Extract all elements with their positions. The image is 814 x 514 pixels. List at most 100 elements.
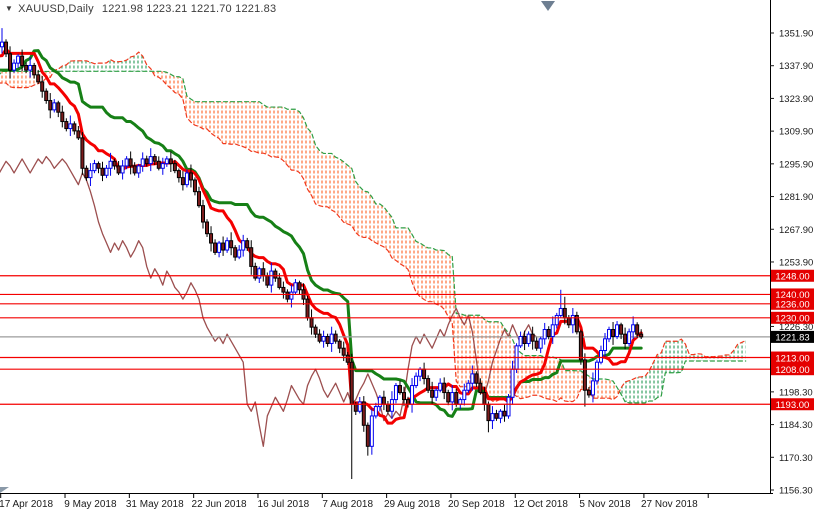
bear-candle	[535, 341, 538, 348]
date-tick-label: 16 Jul 2018	[258, 499, 310, 510]
symbol-timeframe-label: XAUUSD,Daily	[18, 3, 94, 15]
bull-candle	[467, 383, 470, 390]
candles-layer[interactable]	[0, 28, 643, 479]
price-tick-label: 1170.30	[779, 453, 813, 464]
bull-candle	[121, 166, 124, 173]
bear-candle	[483, 393, 486, 405]
bear-candle	[382, 397, 385, 404]
cloud-segment	[14, 71, 18, 87]
bear-candle	[129, 159, 132, 166]
bear-candle	[222, 243, 225, 250]
chart-corner-marker-icon	[0, 487, 9, 493]
bear-candle	[612, 329, 615, 336]
plot-area[interactable]	[0, 28, 770, 479]
bull-candle	[322, 336, 325, 341]
bull-candle	[539, 339, 542, 348]
price-tick-label: 1337.90	[779, 61, 813, 72]
bear-candle	[97, 164, 100, 169]
price-chart-canvas[interactable]: 1351.901337.901323.901309.901295.901281.…	[0, 0, 814, 514]
price-axis[interactable]: 1351.901337.901323.901309.901295.901281.…	[770, 0, 814, 514]
cloud-segment	[70, 61, 74, 72]
bull-candle	[270, 271, 273, 285]
cloud-segment	[521, 353, 525, 399]
bear-candle	[366, 425, 369, 446]
bear-candle	[531, 334, 534, 341]
cloud-segment	[123, 60, 127, 71]
cloud-segment	[316, 145, 320, 205]
bear-candle	[362, 402, 365, 425]
bull-candle	[519, 336, 522, 345]
bear-candle	[21, 56, 24, 65]
bear-candle	[278, 278, 281, 287]
cloud-segment	[440, 250, 444, 309]
cloud-segment	[496, 322, 500, 401]
bull-candle	[511, 369, 514, 397]
bull-candle	[378, 397, 381, 406]
bear-candle	[523, 336, 526, 343]
cloud-segment	[360, 187, 364, 238]
cloud-segment	[223, 102, 227, 144]
bull-candle	[595, 362, 598, 381]
cloud-segment	[444, 251, 448, 317]
symbol-dropdown-icon[interactable]: ▼	[5, 4, 13, 13]
bull-candle	[330, 334, 333, 343]
bull-candle	[599, 351, 602, 363]
cloud-segment	[356, 182, 360, 237]
cloud-segment	[187, 96, 191, 122]
bull-candle	[1, 42, 4, 47]
bull-candle	[491, 414, 494, 421]
cloud-segment	[155, 71, 159, 77]
cloud-segment	[738, 342, 742, 361]
cloud-segment	[324, 153, 328, 206]
bear-candle	[45, 91, 48, 100]
bear-candle	[85, 168, 88, 177]
bull-candle	[374, 407, 377, 416]
bear-candle	[479, 383, 482, 392]
bull-candle	[226, 241, 229, 250]
chart-shift-down-arrow-icon[interactable]	[541, 1, 555, 11]
bull-candle	[419, 369, 422, 376]
cloud-segment	[348, 165, 352, 225]
cloud-segment	[283, 107, 287, 165]
time-axis[interactable]: 17 Apr 20189 May 201831 May 201822 Jun 2…	[0, 494, 814, 514]
cloud-segment	[94, 63, 98, 71]
bear-candle	[386, 404, 389, 411]
bear-candle	[113, 161, 116, 166]
cloud-segment	[119, 61, 123, 71]
cloud-segment	[625, 381, 629, 403]
cloud-segment	[78, 61, 82, 72]
bear-candle	[250, 248, 253, 267]
cloud-segment	[195, 102, 199, 127]
cloud-segment	[235, 102, 239, 146]
bear-candle	[403, 393, 406, 400]
cloud-segment	[98, 63, 102, 71]
chart-title-overlay: ▼XAUUSD,Daily1221.98 1223.21 1221.70 122…	[5, 3, 276, 15]
bear-candle	[274, 271, 277, 278]
cloud-segment	[86, 61, 90, 72]
level-price-label-text: 1236.00	[775, 300, 809, 311]
date-tick-label: 7 Aug 2018	[322, 499, 373, 510]
cloud-segment	[332, 153, 336, 212]
bear-candle	[214, 243, 217, 252]
cloud-segment	[328, 153, 332, 210]
cloud-segment	[424, 246, 428, 302]
bear-candle	[447, 393, 450, 402]
bear-candle	[81, 138, 84, 168]
bull-candle	[632, 325, 635, 332]
cloud-segment	[295, 109, 299, 172]
bear-candle	[41, 82, 44, 91]
bear-candle	[5, 42, 8, 54]
cloud-segment	[336, 157, 340, 217]
bull-candle	[13, 63, 16, 70]
bear-candle	[210, 234, 213, 243]
bull-candle	[218, 243, 221, 252]
bear-candle	[101, 168, 104, 175]
price-tick-label: 1351.90	[779, 29, 813, 40]
bear-candle	[9, 54, 12, 70]
bear-candle	[145, 159, 148, 164]
cloud-segment	[380, 204, 384, 247]
bull-candle	[242, 241, 245, 250]
cloud-segment	[247, 102, 251, 152]
date-tick-label: 17 Apr 2018	[0, 499, 54, 510]
bear-candle	[640, 334, 643, 337]
